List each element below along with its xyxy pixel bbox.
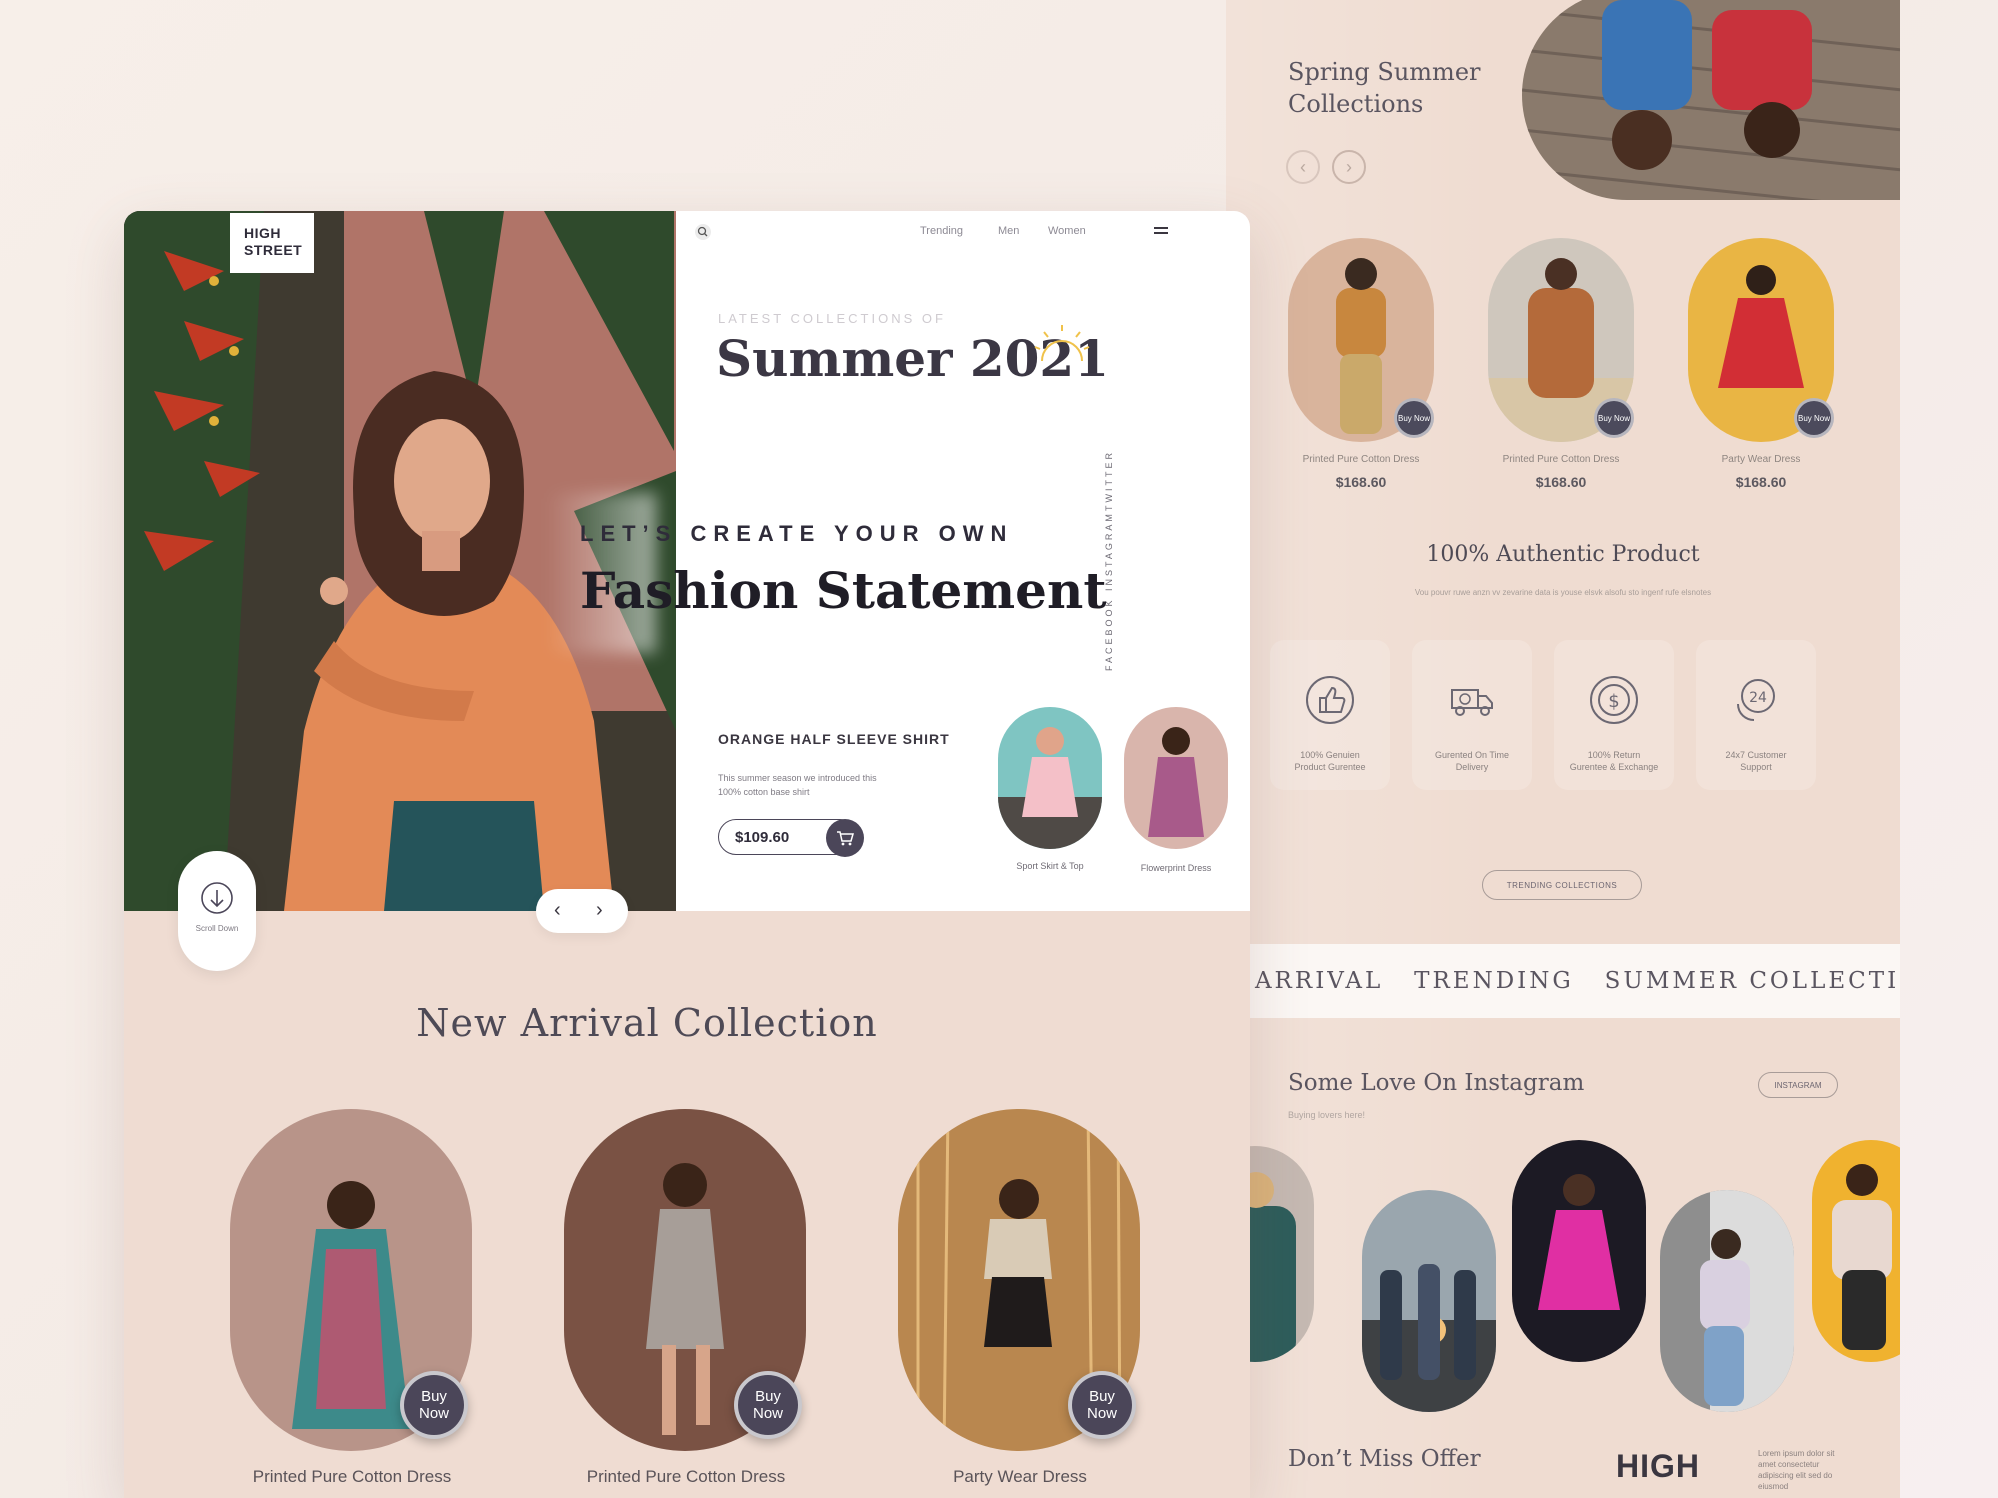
- support-24-icon: 24: [1737, 679, 1775, 721]
- fashion-statement-title: Fashion Statement: [580, 561, 1107, 620]
- feature-label: Delivery: [1455, 762, 1489, 772]
- feature-label: Product Gurentee: [1294, 762, 1366, 772]
- svg-text:$: $: [1608, 691, 1619, 712]
- buy-now-badge-3[interactable]: Buy Now: [1794, 398, 1834, 438]
- arrival-name-1: Printed Pure Cotton Dress: [252, 1467, 452, 1486]
- spring-title-line2: Collections: [1288, 90, 1424, 118]
- spring-hero-image: [1522, 0, 1900, 200]
- authentic-product-subtitle: Vou pouvr ruwe anzn vv zevarine data is …: [1414, 588, 1712, 597]
- svg-text:24: 24: [1749, 690, 1767, 706]
- nav-trending[interactable]: Trending: [920, 225, 963, 237]
- featured-product-description: This summer season we introduced this 10…: [718, 771, 877, 799]
- scroll-down-button[interactable]: Scroll Down: [178, 851, 256, 971]
- new-arrival-title: New Arrival Collection: [416, 1001, 878, 1045]
- instagram-photo-5: [1812, 1140, 1900, 1362]
- arrival-buy-now-3[interactable]: Buy Now: [1068, 1371, 1136, 1439]
- buy-now-badge-1[interactable]: Buy Now: [1394, 398, 1434, 438]
- instagram-subtitle: Buying lovers here!: [1288, 1110, 1366, 1120]
- thumb-sport-skirt[interactable]: [998, 707, 1102, 849]
- feature-label: Gurented On Time: [1434, 750, 1510, 760]
- social-twitter[interactable]: TWITTER: [1104, 450, 1114, 511]
- main-landing-page: HIGH STREET Trending Men Women LATEST CO…: [124, 211, 1250, 1498]
- hero-slider-arrows: ‹ ›: [536, 889, 628, 933]
- thumb-flowerprint-label: Flowerprint Dress: [1140, 863, 1212, 873]
- feature-label: 100% Return: [1587, 750, 1641, 760]
- cart-icon: [837, 831, 854, 846]
- feature-genuine: 100% Genuien Product Gurentee: [1270, 640, 1390, 790]
- buy-now-badge-2[interactable]: Buy Now: [1594, 398, 1634, 438]
- arrival-name-3: Party Wear Dress: [953, 1467, 1087, 1486]
- dollar-return-icon: $: [1590, 676, 1638, 724]
- hero-prev-arrow-icon[interactable]: ‹: [554, 899, 561, 922]
- arrival-buy-now-1[interactable]: Buy Now: [400, 1371, 468, 1439]
- offer-text: Lorem ipsum dolor sit amet consectetur a…: [1758, 1449, 1835, 1491]
- spring-next-button[interactable]: ›: [1332, 150, 1366, 184]
- thumbs-up-icon: [1306, 676, 1354, 724]
- offer-brand: HIGH: [1616, 1448, 1700, 1484]
- instagram-photo-3: [1512, 1140, 1646, 1362]
- instagram-title: Some Love On Instagram: [1288, 1070, 1585, 1096]
- hero-next-arrow-icon[interactable]: ›: [596, 899, 603, 922]
- product-name-3: Party Wear Dress: [1721, 454, 1801, 465]
- arrow-down-circle-icon: [201, 882, 233, 914]
- feature-label: 24x7 Customer: [1725, 750, 1787, 760]
- nav-women[interactable]: Women: [1048, 225, 1086, 237]
- nav-men[interactable]: Men: [998, 225, 1019, 237]
- logo-line2: STREET: [244, 242, 303, 258]
- authentic-product-title: 100% Authentic Product: [1426, 542, 1700, 567]
- product-price-3: $168.60: [1735, 474, 1787, 490]
- instagram-button[interactable]: INSTAGRAM: [1758, 1072, 1838, 1098]
- logo-line1: HIGH: [244, 225, 281, 241]
- instagram-photo-4: [1660, 1190, 1794, 1412]
- featured-product-name: ORANGE HALF SLEEVE SHIRT: [718, 731, 950, 747]
- brand-logo[interactable]: HIGH STREET: [230, 213, 314, 273]
- arrival-buy-now-2[interactable]: Buy Now: [734, 1371, 802, 1439]
- offer-title: Don’t Miss Offer: [1288, 1446, 1481, 1472]
- feature-label: Gurentee & Exchange: [1569, 762, 1659, 772]
- product-desc-line1: This summer season we introduced this: [718, 773, 877, 783]
- feature-label: Support: [1740, 762, 1772, 772]
- feature-return: $ 100% Return Gurentee & Exchange: [1554, 640, 1674, 790]
- feature-label: 100% Genuien: [1300, 750, 1360, 760]
- arrival-name-2: Printed Pure Cotton Dress: [586, 1467, 786, 1486]
- spring-title-line1: Spring Summer: [1288, 58, 1481, 86]
- featured-product-price: $109.60: [735, 829, 790, 846]
- instagram-photo-2: [1362, 1190, 1496, 1412]
- delivery-truck-icon: [1451, 689, 1493, 716]
- trending-collections-button[interactable]: TRENDING COLLECTIONS: [1482, 870, 1642, 900]
- spring-prev-button[interactable]: ‹: [1286, 150, 1320, 184]
- thumb-flowerprint-dress[interactable]: [1124, 707, 1228, 849]
- spring-collections-title: Spring Summer Collections: [1288, 56, 1481, 120]
- feature-support: 24 24x7 Customer Support: [1696, 640, 1816, 790]
- marquee-strip: W ARRIVAL TRENDING SUMMER COLLECTIONS: [1226, 944, 1900, 1018]
- feature-delivery: Gurented On Time Delivery: [1412, 640, 1532, 790]
- marquee-text: W ARRIVAL TRENDING SUMMER COLLECTIONS: [1226, 968, 1900, 994]
- add-to-cart-button[interactable]: [826, 819, 864, 857]
- sun-icon: [1034, 325, 1090, 362]
- latest-collections-label: LATEST COLLECTIONS OF: [718, 311, 946, 326]
- secondary-page-preview: Spring Summer Collections ‹ › Buy Now Pr…: [1226, 0, 1900, 1498]
- product-desc-line2: 100% cotton base shirt: [718, 787, 810, 797]
- hamburger-menu-icon[interactable]: [1154, 227, 1168, 234]
- search-icon[interactable]: [694, 223, 712, 241]
- scroll-down-label: Scroll Down: [195, 924, 239, 933]
- create-your-own-label: LET’S CREATE YOUR OWN: [580, 521, 1014, 546]
